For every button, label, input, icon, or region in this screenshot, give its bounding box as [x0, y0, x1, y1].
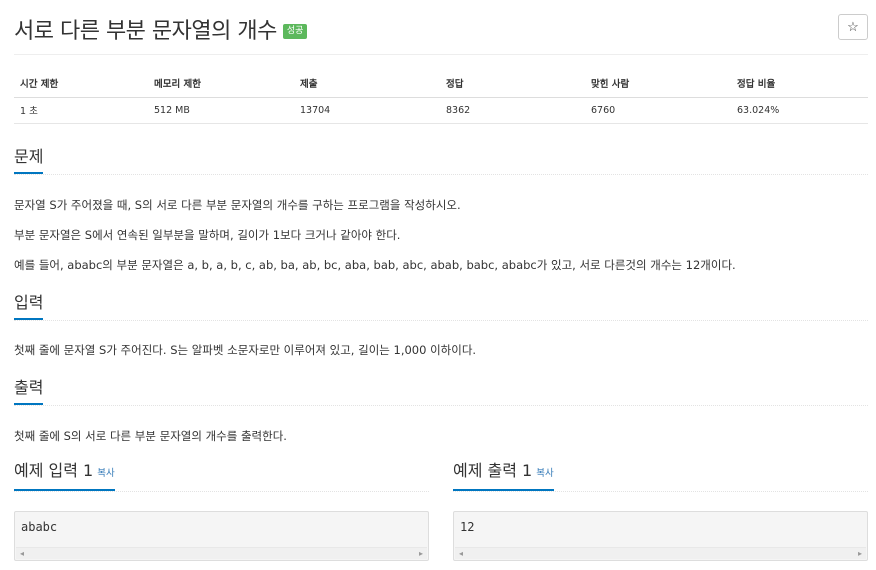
value-solved-users: 6760	[585, 97, 731, 124]
sample-input-heading: 예제 입력 1	[14, 461, 94, 480]
sample-output-heading: 예제 출력 1	[453, 461, 533, 480]
title-divider	[14, 54, 868, 55]
value-accepted: 8362	[440, 97, 585, 124]
section-output-title: 출력	[14, 378, 44, 405]
scroll-right-icon[interactable]: ▸	[415, 549, 427, 559]
sample-output-box[interactable]: 12 ◂ ▸	[453, 511, 868, 561]
output-paragraph: 첫째 줄에 S의 서로 다른 부분 문자열의 개수를 출력한다.	[14, 429, 287, 443]
section-output-header: 출력	[14, 376, 868, 406]
sample-input-box[interactable]: ababc ◂ ▸	[14, 511, 429, 561]
section-input-title: 입력	[14, 293, 44, 320]
status-badge: 성공	[282, 23, 308, 39]
sample-input-text: ababc	[21, 520, 58, 534]
description-paragraph: 문자열 S가 주어졌을 때, S의 서로 다른 부분 문자열의 개수를 구하는 …	[14, 198, 461, 212]
table-row: 1 초 512 MB 13704 8362 6760 63.024%	[14, 97, 868, 124]
section-description-header: 문제	[14, 145, 868, 175]
value-submissions: 13704	[294, 97, 440, 124]
value-time-limit: 1 초	[14, 97, 148, 124]
input-paragraph: 첫째 줄에 문자열 S가 주어진다. S는 알파벳 소문자로만 이루어져 있고,…	[14, 343, 477, 357]
header-memory-limit: 메모리 제한	[148, 70, 294, 98]
star-icon: ☆	[847, 19, 859, 34]
sample-output-header: 예제 출력 1 복사	[453, 460, 868, 492]
sample-output-title: 예제 출력 1 복사	[453, 461, 554, 491]
scroll-left-icon[interactable]: ◂	[16, 549, 28, 559]
value-memory-limit: 512 MB	[148, 97, 294, 124]
sample-input-header: 예제 입력 1 복사	[14, 460, 429, 492]
section-description-title: 문제	[14, 147, 44, 174]
sample-input-title: 예제 입력 1 복사	[14, 461, 115, 491]
value-accept-ratio: 63.024%	[731, 97, 868, 124]
table-header-row: 시간 제한 메모리 제한 제출 정답 맞힌 사람 정답 비율	[14, 70, 868, 98]
scroll-left-icon[interactable]: ◂	[455, 549, 467, 559]
problem-header: 서로 다른 부분 문자열의 개수 성공	[14, 14, 308, 44]
scroll-right-icon[interactable]: ▸	[854, 549, 866, 559]
page-title: 서로 다른 부분 문자열의 개수	[14, 19, 277, 44]
copy-sample-output-link[interactable]: 복사	[536, 468, 553, 479]
horizontal-scrollbar[interactable]: ◂ ▸	[455, 547, 866, 559]
description-paragraph: 예를 들어, ababc의 부분 문자열은 a, b, a, b, c, ab,…	[14, 258, 736, 272]
problem-info-table: 시간 제한 메모리 제한 제출 정답 맞힌 사람 정답 비율 1 초 512 M…	[14, 70, 868, 124]
copy-sample-input-link[interactable]: 복사	[97, 468, 114, 479]
star-button[interactable]: ☆	[838, 14, 868, 40]
header-accepted: 정답	[440, 70, 585, 98]
description-paragraph: 부분 문자열은 S에서 연속된 일부분을 말하며, 길이가 1보다 크거나 같아…	[14, 228, 401, 242]
section-input-header: 입력	[14, 291, 868, 321]
sample-output-text: 12	[460, 520, 475, 534]
sample-input-panel: 예제 입력 1 복사 ababc ◂ ▸	[14, 460, 429, 561]
header-accept-ratio: 정답 비율	[731, 70, 868, 98]
header-solved-users: 맞힌 사람	[585, 70, 731, 98]
sample-output-panel: 예제 출력 1 복사 12 ◂ ▸	[453, 460, 868, 561]
header-submissions: 제출	[294, 70, 440, 98]
horizontal-scrollbar[interactable]: ◂ ▸	[16, 547, 427, 559]
header-time-limit: 시간 제한	[14, 70, 148, 98]
